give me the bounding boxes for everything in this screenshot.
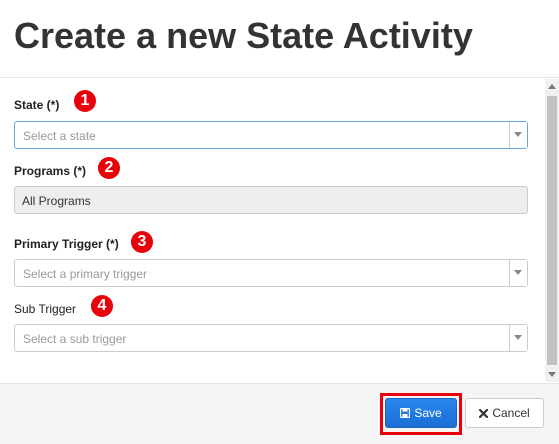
- step-badge-1: 1: [74, 90, 96, 112]
- sub-trigger-select[interactable]: Select a sub trigger: [14, 324, 528, 352]
- primary-trigger-placeholder: Select a primary trigger: [23, 267, 148, 281]
- primary-trigger-label: Primary Trigger (*): [14, 237, 119, 251]
- modal-body: State (*) 1 Select a state Programs (*) …: [0, 78, 559, 383]
- modal-title: Create a new State Activity: [14, 15, 473, 56]
- caret-down-icon: [514, 270, 522, 275]
- sub-trigger-placeholder: Select a sub trigger: [23, 332, 127, 346]
- cancel-button-label: Cancel: [492, 406, 530, 420]
- programs-value: All Programs: [22, 194, 91, 208]
- primary-trigger-select[interactable]: Select a primary trigger: [14, 259, 528, 287]
- step-badge-4: 4: [91, 295, 113, 317]
- state-select-toggle[interactable]: [509, 122, 527, 148]
- modal-header: Create a new State Activity: [0, 0, 559, 78]
- state-select-placeholder: Select a state: [23, 129, 96, 143]
- step-badge-2: 2: [98, 157, 120, 179]
- floppy-disk-icon: [400, 408, 411, 418]
- sub-trigger-toggle[interactable]: [509, 325, 527, 351]
- save-button[interactable]: Save: [385, 398, 457, 428]
- programs-label: Programs (*): [14, 164, 87, 178]
- programs-field: All Programs: [14, 186, 528, 214]
- state-label: State (*): [14, 98, 60, 112]
- step-badge-3: 3: [131, 231, 153, 253]
- modal-scrollbar[interactable]: [545, 79, 559, 382]
- caret-down-icon: [514, 132, 522, 137]
- scroll-down-arrow-icon[interactable]: [548, 372, 556, 377]
- save-button-label: Save: [414, 406, 442, 420]
- close-icon: [479, 408, 489, 418]
- caret-down-icon: [514, 335, 522, 340]
- scrollbar-thumb[interactable]: [547, 96, 557, 365]
- state-select[interactable]: Select a state: [14, 121, 528, 149]
- cancel-button[interactable]: Cancel: [465, 398, 544, 428]
- primary-trigger-toggle[interactable]: [509, 260, 527, 286]
- sub-trigger-label: Sub Trigger: [14, 302, 77, 316]
- scroll-up-arrow-icon[interactable]: [548, 84, 556, 89]
